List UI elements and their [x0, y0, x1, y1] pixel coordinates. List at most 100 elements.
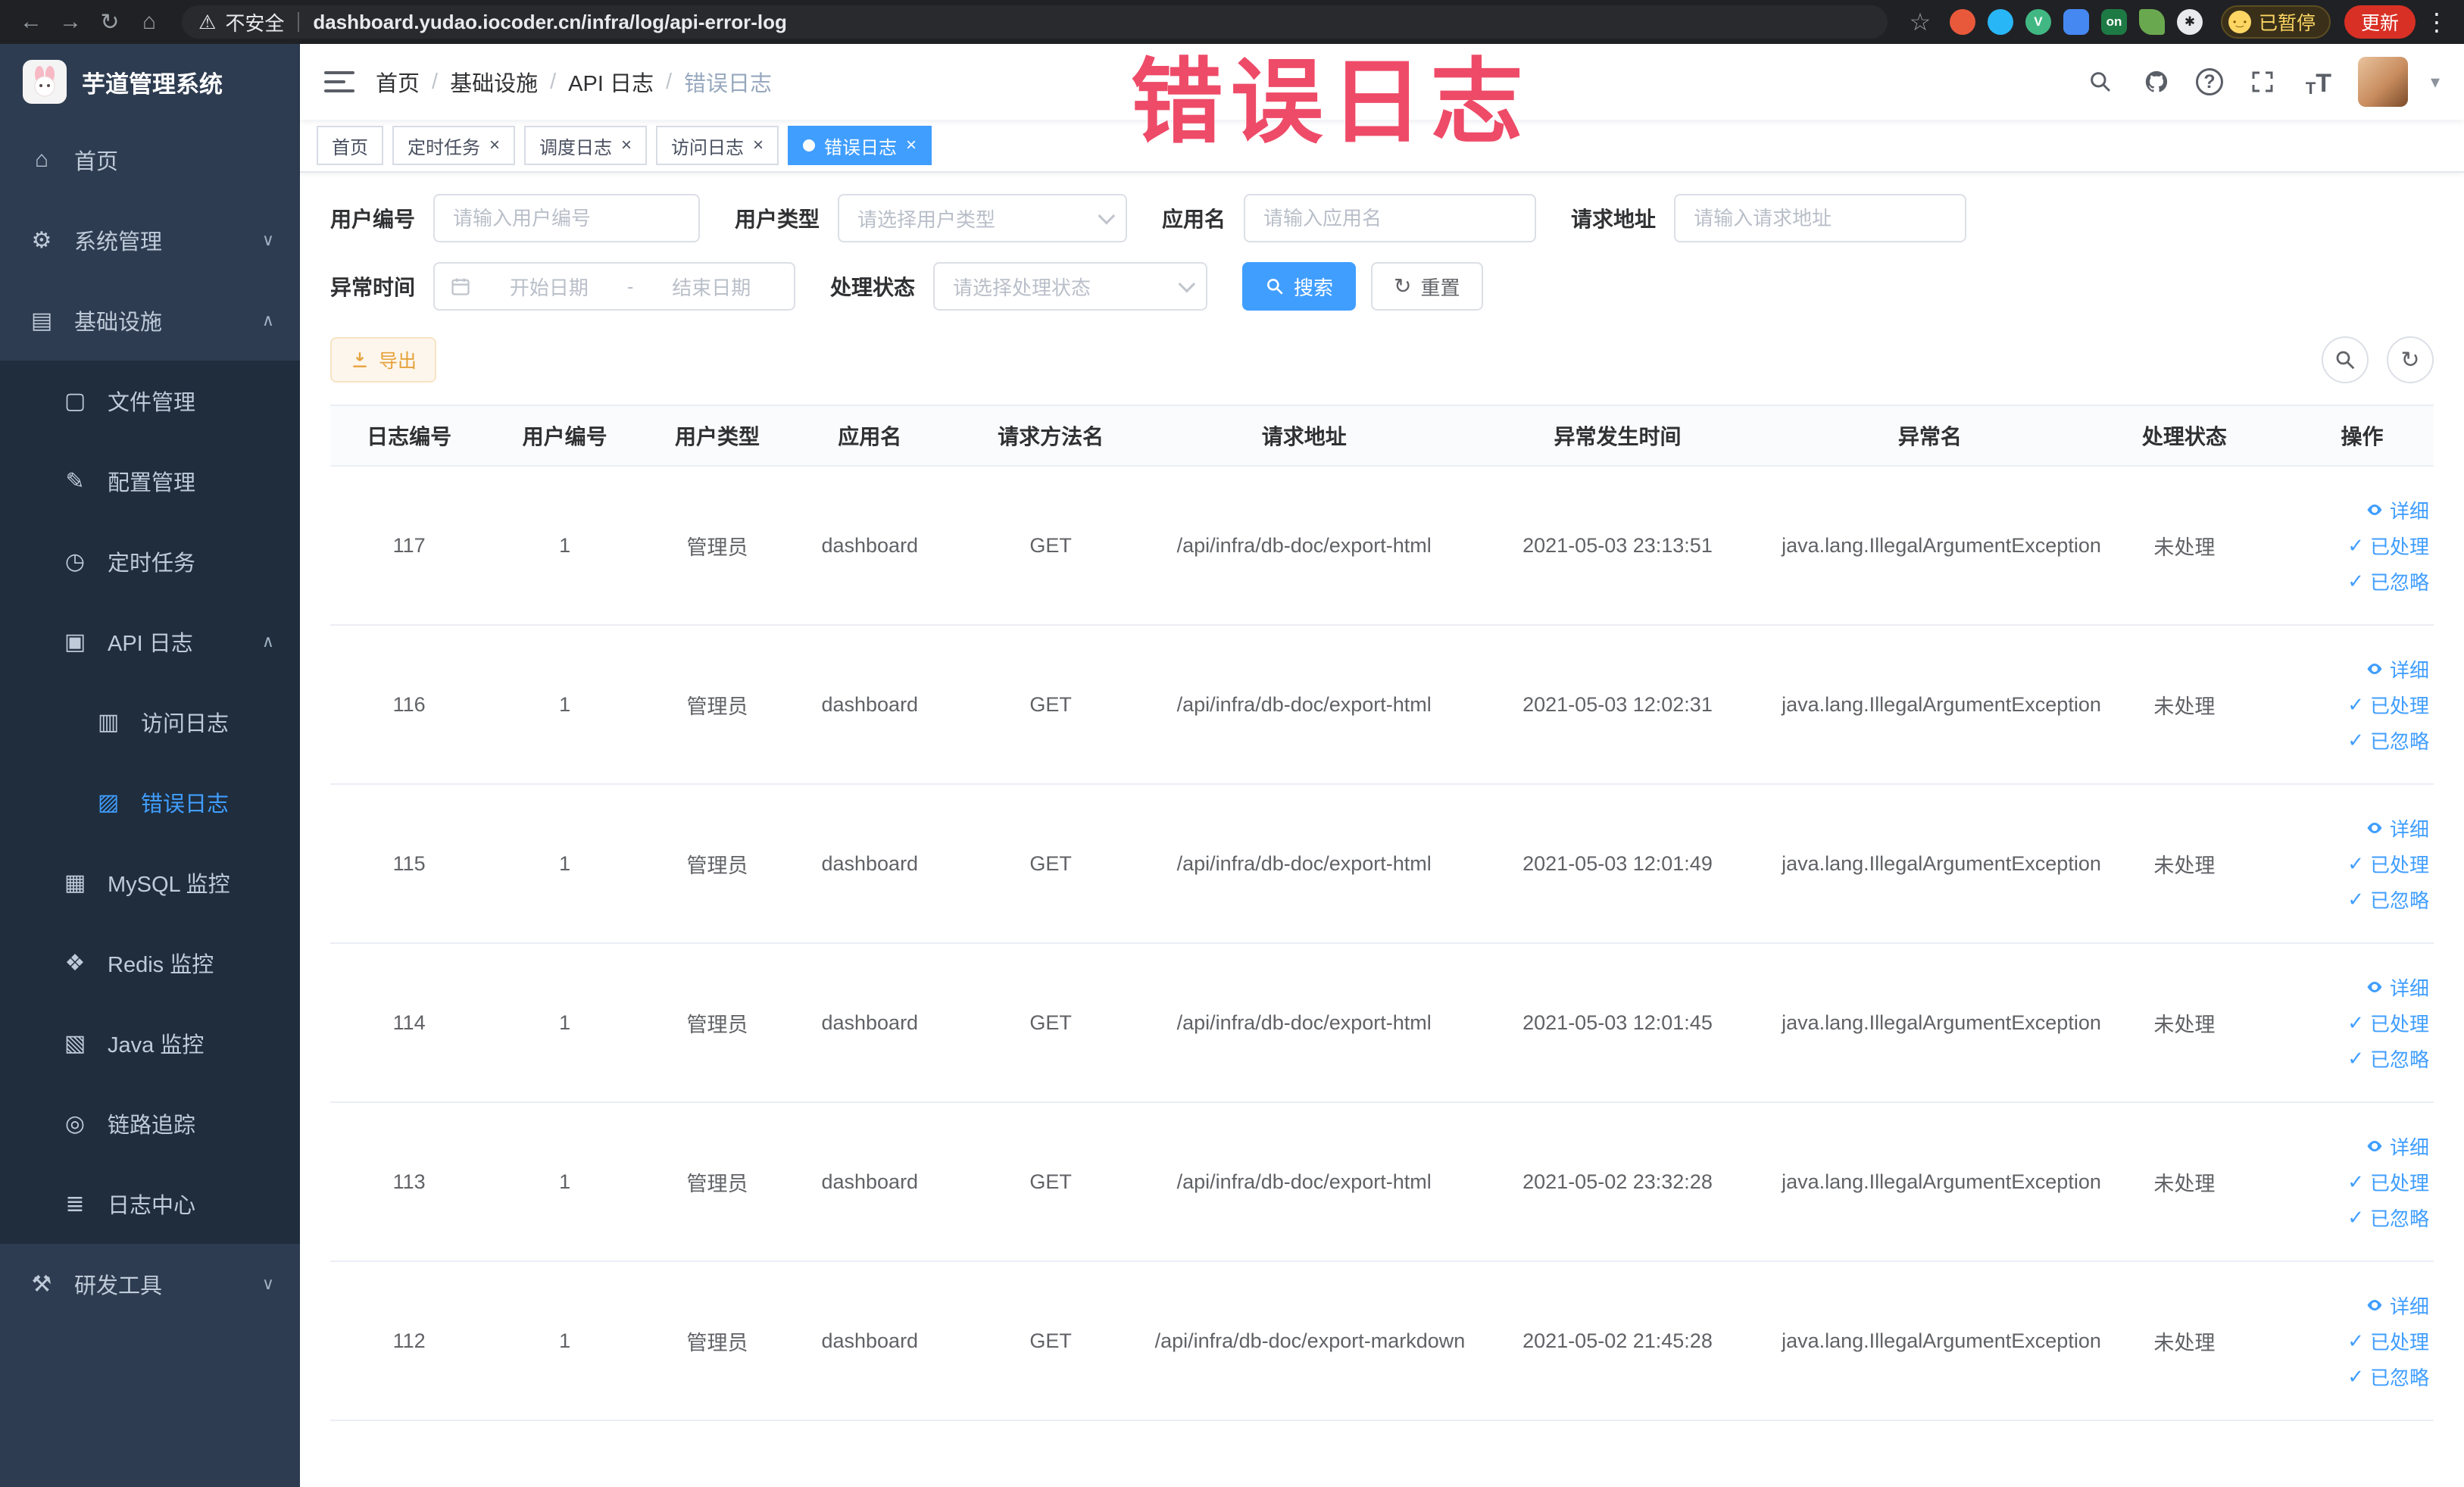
sidebar-item[interactable]: ≣ 日志中心 [0, 1164, 300, 1244]
browser-menu-kebab-icon[interactable]: ⋮ [2423, 8, 2450, 36]
reset-button[interactable]: ↻ 重置 [1371, 262, 1483, 311]
detail-link[interactable]: 详细 [2366, 1292, 2429, 1320]
extension-icon[interactable]: on [2100, 9, 2127, 35]
status-select[interactable]: 请选择处理状态 [933, 262, 1208, 311]
mark-ignored-link[interactable]: ✓ 已忽略 [2347, 1204, 2429, 1232]
sidebar-item[interactable]: ▦ MySQL 监控 [0, 842, 300, 923]
sidebar-item-label: 链路追踪 [108, 1114, 196, 1138]
table-cell-url: /api/infra/db-doc/export-html [1154, 784, 1454, 944]
sidebar-item[interactable]: ◎ 链路追踪 [0, 1083, 300, 1164]
chevron-down-icon [1098, 207, 1116, 225]
export-button[interactable]: 导出 [330, 337, 437, 383]
help-icon[interactable]: ? [2195, 68, 2223, 95]
sidebar-item[interactable]: ⌂ 首页 [0, 120, 300, 200]
forward-icon[interactable]: → [53, 5, 88, 39]
address-bar[interactable]: ⚠ 不安全 dashboard.yudao.iocoder.cn/infra/l… [182, 5, 1888, 39]
mark-ignored-link[interactable]: ✓ 已忽略 [2347, 1363, 2429, 1391]
mark-processed-link[interactable]: ✓ 已处理 [2347, 850, 2429, 878]
table-cell-exception: java.lang.IllegalArgumentException [1782, 625, 2101, 785]
hamburger-icon[interactable] [324, 71, 354, 92]
sidebar-item[interactable]: ▨ 错误日志 [0, 762, 300, 842]
sidebar-item[interactable]: ▣ API 日志 ∧ [0, 601, 300, 682]
close-icon[interactable]: × [906, 136, 917, 155]
mark-ignored-link[interactable]: ✓ 已忽略 [2347, 567, 2429, 595]
tag-view[interactable]: 首页 [317, 126, 383, 165]
extension-icon[interactable]: V [2025, 9, 2051, 35]
table-row: 113 1 管理员 dashboard GET/api/infra/db-doc/exp… [330, 1102, 2434, 1262]
extension-icon[interactable] [2063, 9, 2089, 35]
breadcrumb-item[interactable]: 首页 [376, 66, 420, 98]
detail-link[interactable]: 详细 [2366, 1132, 2429, 1161]
app-logo-row[interactable]: 芋道管理系统 [0, 44, 300, 120]
user-type-select[interactable]: 请选择用户类型 [838, 194, 1128, 242]
mark-processed-link[interactable]: ✓ 已处理 [2347, 691, 2429, 719]
extension-icon[interactable] [1987, 9, 2013, 35]
mark-processed-link[interactable]: ✓ 已处理 [2347, 1327, 2429, 1355]
sidebar-item[interactable]: ⚒ 研发工具 ∨ [0, 1244, 300, 1324]
sidebar-item[interactable]: ⚙ 系统管理 ∨ [0, 200, 300, 280]
close-icon[interactable]: × [621, 136, 632, 155]
profile-chip[interactable]: 已暂停 [2220, 5, 2331, 39]
detail-link[interactable]: 详细 [2366, 973, 2429, 1001]
table-cell-exception: java.lang.IllegalArgumentException [1782, 1261, 2101, 1421]
github-icon[interactable] [2140, 65, 2173, 98]
table-cell-time: 2021-05-03 12:02:31 [1453, 625, 1782, 785]
tag-view[interactable]: 访问日志 × [656, 126, 779, 165]
table-cell-user-id: 1 [488, 943, 642, 1103]
mark-ignored-link[interactable]: ✓ 已忽略 [2347, 886, 2429, 914]
sidebar-item[interactable]: ▥ 访问日志 [0, 682, 300, 762]
back-icon[interactable]: ← [14, 5, 48, 39]
request-url-input[interactable] [1674, 194, 1967, 242]
update-button[interactable]: 更新 [2344, 5, 2416, 39]
extension-icon[interactable] [2138, 9, 2165, 35]
config-icon: ✎ [65, 468, 85, 494]
sidebar-item[interactable]: ◷ 定时任务 [0, 521, 300, 601]
sidebar-item-label: 访问日志 [141, 712, 230, 736]
table-head: 日志编号 用户编号 用户类型 应用名 请求方法名 请求地址 异常发生时间 异常名 处理状态 操作 [330, 405, 2434, 467]
detail-link[interactable]: 详细 [2366, 814, 2429, 842]
tag-view[interactable]: 调度日志 × [524, 126, 648, 165]
search-icon[interactable] [2084, 65, 2117, 98]
tag-view[interactable]: 定时任务 × [392, 126, 516, 165]
sidebar-item[interactable]: ❖ Redis 监控 [0, 923, 300, 1003]
mark-processed-link[interactable]: ✓ 已处理 [2347, 1168, 2429, 1196]
mark-processed-link[interactable]: ✓ 已处理 [2347, 532, 2429, 560]
search-toggle-button[interactable] [2322, 336, 2369, 383]
extension-icon[interactable]: ✱ [2176, 9, 2203, 35]
reload-icon[interactable]: ↻ [92, 5, 127, 39]
date-range-picker[interactable]: 开始日期 - 结束日期 [433, 262, 796, 311]
app-name-input[interactable] [1244, 194, 1537, 242]
mark-ignored-link[interactable]: ✓ 已忽略 [2347, 726, 2429, 754]
breadcrumb-item[interactable]: API 日志 [568, 66, 654, 98]
font-size-icon[interactable]: TT [2302, 65, 2335, 98]
table-cell-time: 2021-05-03 12:01:49 [1453, 784, 1782, 944]
extension-icon[interactable] [1949, 9, 1975, 35]
bookmark-star-icon[interactable]: ☆ [1903, 5, 1938, 39]
detail-link[interactable]: 详细 [2366, 496, 2429, 524]
chevron-down-icon[interactable]: ▾ [2431, 71, 2440, 93]
navbar-actions: ? TT ▾ [2084, 57, 2440, 107]
sidebar-item[interactable]: ▧ Java 监控 [0, 1003, 300, 1083]
start-date-input[interactable]: 开始日期 [482, 273, 617, 301]
mark-processed-link[interactable]: ✓ 已处理 [2347, 1009, 2429, 1037]
close-icon[interactable]: × [489, 136, 500, 155]
sidebar-item[interactable]: ▢ 文件管理 [0, 361, 300, 441]
breadcrumb-item[interactable]: 基础设施 [450, 66, 538, 98]
refresh-button[interactable]: ↻ [2387, 336, 2434, 383]
close-icon[interactable]: × [753, 136, 764, 155]
eye-icon [2367, 664, 2382, 674]
fullscreen-icon[interactable] [2246, 65, 2279, 98]
user-id-input[interactable] [433, 194, 701, 242]
home-icon[interactable]: ⌂ [132, 5, 167, 39]
end-date-input[interactable]: 结束日期 [644, 273, 779, 301]
table-cell-user-type: 管理员 [641, 625, 793, 785]
sidebar-item[interactable]: ▤ 基础设施 ∧ [0, 280, 300, 361]
sidebar-item[interactable]: ✎ 配置管理 [0, 441, 300, 521]
detail-link[interactable]: 详细 [2366, 655, 2429, 683]
mark-ignored-link[interactable]: ✓ 已忽略 [2347, 1045, 2429, 1073]
search-button[interactable]: 搜索 [1242, 262, 1357, 311]
table-cell-method: GET [946, 1102, 1155, 1262]
tag-view[interactable]: 错误日志 × [788, 126, 932, 165]
action-label: 已忽略 [2369, 889, 2429, 912]
user-avatar[interactable] [2357, 57, 2408, 107]
